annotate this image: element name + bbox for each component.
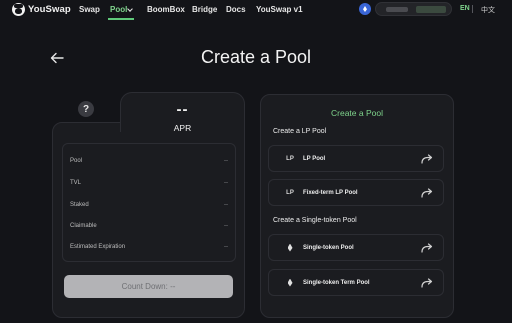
- stat-row-staked: Staked --: [70, 202, 228, 212]
- stat-row-pool: Pool --: [70, 158, 228, 168]
- network-eth-icon[interactable]: [359, 3, 371, 15]
- stat-row-tvl: TVL --: [70, 180, 228, 190]
- pool-option-label: Single-token Term Pool: [303, 279, 370, 286]
- apr-value: --: [176, 101, 189, 118]
- forward-arrow-icon: [421, 153, 433, 164]
- single-token-section-title: Create a Single-token Pool: [273, 217, 357, 224]
- pool-option-label: LP Pool: [303, 155, 326, 162]
- nav-bridge[interactable]: Bridge: [192, 5, 217, 14]
- wallet-address-redacted: [416, 6, 446, 13]
- single-token-term-pool-option[interactable]: Single-token Term Pool: [268, 269, 444, 296]
- forward-arrow-icon: [421, 277, 433, 288]
- create-pool-card-title: Create a Pool: [331, 108, 383, 118]
- stat-row-expiration: Estimated Expiration --: [70, 244, 228, 254]
- lang-divider: [472, 5, 473, 13]
- apr-label: APR: [173, 123, 192, 133]
- help-icon[interactable]: ?: [78, 101, 94, 117]
- logo-text: YouSwap: [28, 4, 71, 15]
- stat-label: TVL: [70, 180, 82, 186]
- page-title: Create a Pool: [200, 47, 312, 67]
- stat-label: Pool: [70, 158, 83, 164]
- lang-en-button[interactable]: EN: [460, 5, 470, 12]
- youswap-logo[interactable]: YouSwap: [12, 3, 71, 16]
- lang-zh-button[interactable]: 中文: [481, 5, 495, 15]
- stat-value: --: [224, 158, 228, 164]
- nav-pool[interactable]: Pool: [110, 5, 127, 14]
- single-token-pool-option[interactable]: Single-token Pool: [268, 234, 444, 261]
- lp-token-icon: LP: [286, 155, 294, 162]
- fixed-term-lp-pool-option[interactable]: LP Fixed-term LP Pool: [268, 179, 444, 206]
- stat-label: Estimated Expiration: [70, 244, 126, 250]
- countdown-button[interactable]: Count Down: --: [64, 275, 233, 298]
- stat-label: Staked: [70, 202, 89, 208]
- nav-youswap-v1[interactable]: YouSwap v1: [256, 5, 303, 14]
- nav-swap[interactable]: Swap: [79, 5, 100, 14]
- nav-docs[interactable]: Docs: [226, 5, 246, 14]
- stat-label: Claimable: [70, 223, 97, 229]
- eth-icon: [283, 241, 297, 255]
- wallet-address-button[interactable]: [375, 2, 452, 16]
- pool-option-label: Fixed-term LP Pool: [303, 189, 358, 196]
- top-nav-bar: YouSwap Swap Pool BoomBox Bridge Docs Yo…: [0, 0, 512, 20]
- eth-icon: [283, 276, 297, 290]
- lp-token-icon: LP: [286, 189, 294, 196]
- stat-value: --: [224, 244, 228, 250]
- youswap-logo-icon: [12, 3, 25, 16]
- stat-value: --: [224, 202, 228, 208]
- lp-pool-option[interactable]: LP LP Pool: [268, 145, 444, 172]
- nav-active-indicator: [108, 18, 134, 20]
- nav-boombox[interactable]: BoomBox: [147, 5, 185, 14]
- lp-section-title: Create a LP Pool: [273, 128, 327, 135]
- stat-row-claimable: Claimable --: [70, 223, 228, 233]
- stat-value: --: [224, 223, 228, 229]
- forward-arrow-icon: [421, 187, 433, 198]
- chevron-down-icon[interactable]: [127, 6, 133, 12]
- wallet-balance-redacted: [386, 7, 408, 12]
- stat-value: --: [224, 180, 228, 186]
- forward-arrow-icon: [421, 242, 433, 253]
- pool-option-label: Single-token Pool: [303, 244, 354, 251]
